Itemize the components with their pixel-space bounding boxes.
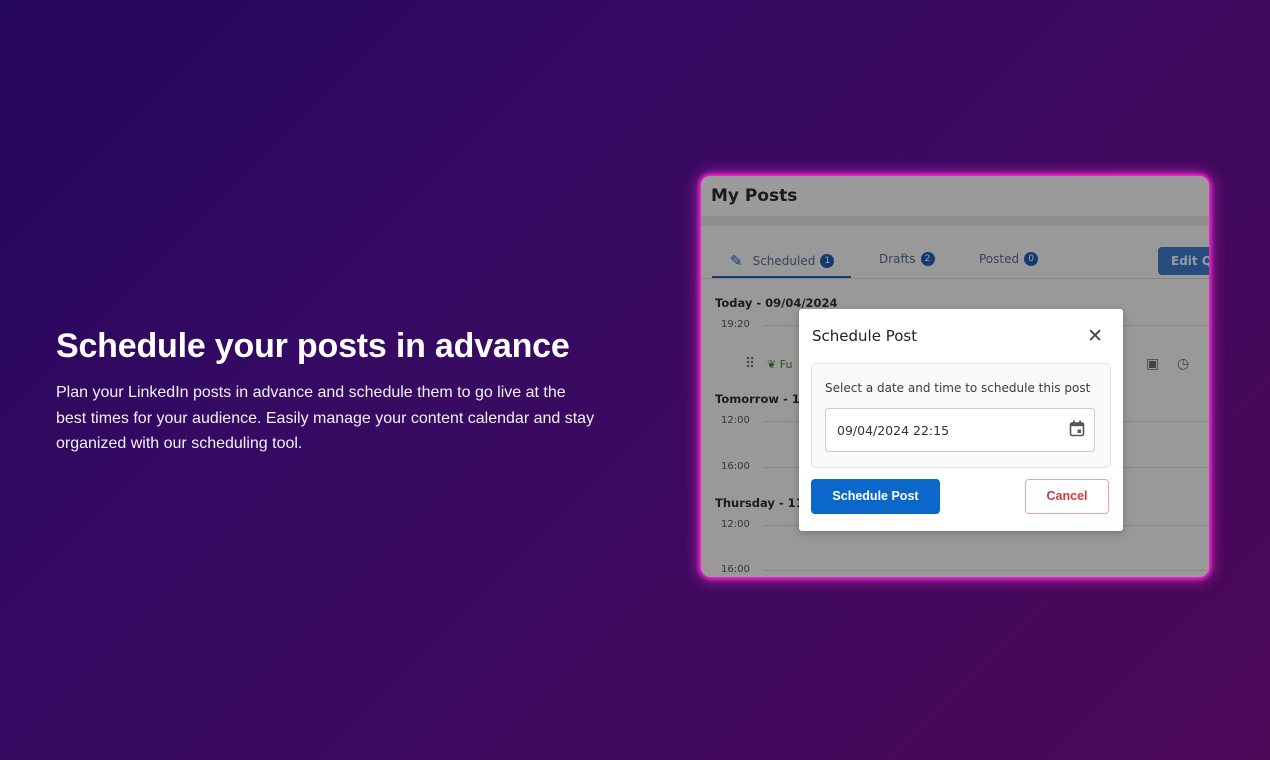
schedule-post-dialog: Schedule Post ✕ Select a date and time t… — [799, 309, 1123, 531]
datetime-prompt: Select a date and time to schedule this … — [825, 381, 1091, 395]
cancel-button[interactable]: Cancel — [1025, 479, 1109, 514]
datetime-value: 09/04/2024 22:15 — [837, 423, 950, 438]
close-icon[interactable]: ✕ — [1087, 325, 1103, 347]
datetime-input[interactable]: 09/04/2024 22:15 — [825, 408, 1095, 452]
hero-title: Schedule your posts in advance — [56, 327, 570, 365]
schedule-post-button[interactable]: Schedule Post — [811, 479, 940, 514]
calendar-icon[interactable] — [1069, 420, 1085, 437]
datetime-panel: Select a date and time to schedule this … — [811, 363, 1111, 468]
dialog-title: Schedule Post — [812, 327, 918, 345]
hero-section: Schedule your posts in advance Plan your… — [56, 326, 596, 457]
hero-description: Plan your LinkedIn posts in advance and … — [56, 384, 595, 452]
app-screenshot: My Posts ✎ Scheduled 1 Drafts 2 Posted 0… — [701, 176, 1209, 577]
